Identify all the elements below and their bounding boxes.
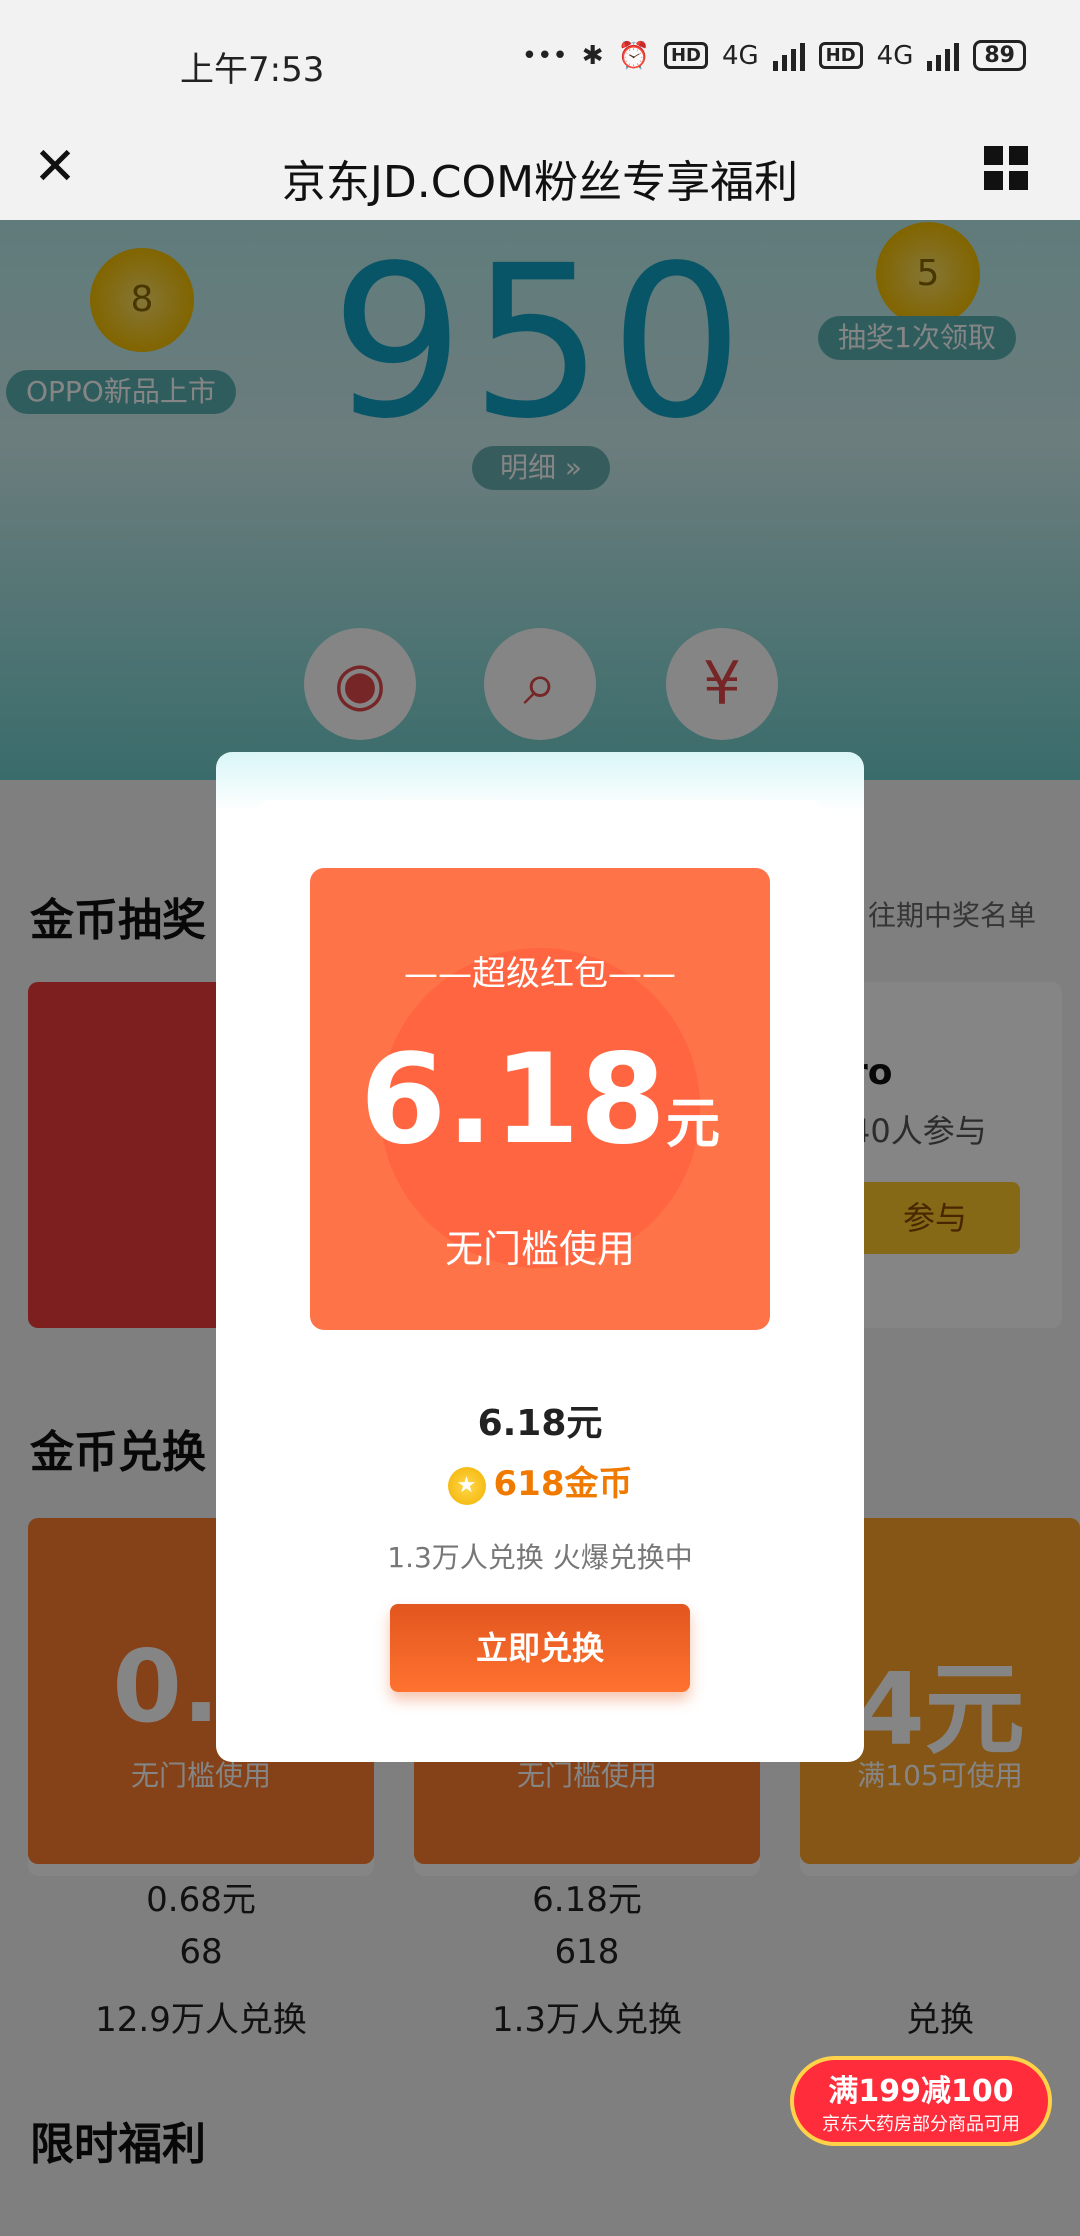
bluetooth-icon: ✱	[581, 40, 604, 71]
page-title: 京东JD.COM粉丝专享福利	[281, 157, 799, 208]
coupon-amount-unit: 元	[665, 1092, 720, 1155]
signal-icon	[772, 41, 805, 71]
more-dots-icon: •••	[521, 40, 568, 71]
hd-badge-2: HD	[818, 42, 863, 69]
status-time: 上午7:53	[180, 50, 325, 90]
pharmacy-ad-badge[interactable]: 满199减100 京东大药房部分商品可用	[790, 2056, 1052, 2146]
coupon-amount-number: 6.18	[360, 1028, 666, 1172]
ad-subline: 京东大药房部分商品可用	[822, 2114, 1020, 2135]
signal-icon-2	[927, 41, 960, 71]
status-bar: 上午7:53 ••• ✱ ⏰ HD 4G HD 4G 89	[0, 0, 1080, 124]
coupon-use-rule: 无门槛使用	[444, 1227, 635, 1271]
network-type-2: 4G	[876, 40, 914, 71]
modal-price: 6.18元	[477, 1403, 603, 1444]
ad-headline: 满199减100	[828, 2074, 1014, 2109]
status-icons: ••• ✱ ⏰ HD 4G HD 4G 89	[522, 40, 1026, 71]
coupon-label: ——超级红包——	[404, 954, 676, 994]
redeem-now-button[interactable]: 立即兑换	[390, 1604, 690, 1692]
modal-coin-cost: ★ 618金币	[216, 1456, 864, 1505]
menu-grid-icon[interactable]	[984, 146, 1028, 190]
network-type: 4G	[721, 40, 759, 71]
modal-people-count: 1.3万人兑换 火爆兑换中	[387, 1541, 693, 1574]
gold-coin-icon: ★	[447, 1466, 486, 1505]
modal-coin-text: 618金币	[493, 1464, 633, 1504]
nav-bar: ✕ 京东JD.COM粉丝专享福利	[0, 124, 1080, 220]
battery-icon: 89	[973, 40, 1026, 71]
coupon-amount: 6.18元	[310, 1028, 770, 1172]
super-red-packet-coupon: ——超级红包—— 6.18元 无门槛使用	[310, 868, 770, 1330]
hd-badge: HD	[663, 42, 708, 69]
alarm-icon: ⏰	[617, 40, 650, 71]
